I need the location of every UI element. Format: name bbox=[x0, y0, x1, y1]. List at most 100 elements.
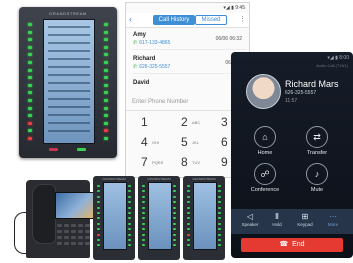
line-key-lamp[interactable] bbox=[173, 222, 176, 225]
mute-button[interactable]: ♪ Mute bbox=[297, 163, 337, 197]
line-key-lamp[interactable] bbox=[97, 233, 100, 236]
desk-phone-key[interactable] bbox=[85, 230, 90, 233]
line-key-lamp[interactable] bbox=[128, 201, 131, 204]
line-key-lamp[interactable] bbox=[97, 239, 100, 241]
line-key-lamp[interactable] bbox=[128, 228, 131, 231]
line-key-lamp[interactable] bbox=[142, 206, 145, 209]
line-key-lamp[interactable] bbox=[142, 195, 145, 198]
line-key-lamp[interactable] bbox=[97, 195, 100, 198]
line-key-lamp[interactable] bbox=[104, 121, 108, 125]
keypad-key-7[interactable]: 7 PQRS bbox=[141, 155, 177, 173]
line-key-lamp[interactable] bbox=[97, 201, 100, 204]
line-key-lamp[interactable] bbox=[97, 190, 100, 193]
line-key-lamp[interactable] bbox=[187, 195, 190, 198]
line-key-lamp[interactable] bbox=[218, 206, 221, 209]
desk-phone-key[interactable] bbox=[57, 230, 62, 233]
list-item[interactable]: Richard ✆626-325-5557 06/02 5 bbox=[133, 55, 246, 74]
line-key-lamp[interactable] bbox=[104, 137, 108, 140]
module-page-button-right[interactable] bbox=[77, 148, 86, 151]
line-key-lamp[interactable] bbox=[128, 217, 131, 220]
line-key-lamp[interactable] bbox=[28, 99, 32, 102]
overflow-menu-icon[interactable]: ⋮ bbox=[239, 15, 246, 23]
desk-phone-key[interactable] bbox=[85, 236, 90, 239]
line-key-lamp[interactable] bbox=[173, 239, 176, 241]
line-key-lamp[interactable] bbox=[187, 217, 190, 220]
line-key-lamp[interactable] bbox=[128, 244, 131, 247]
keypad-button[interactable]: ⊞ Keypad bbox=[293, 212, 317, 227]
desk-phone-key[interactable] bbox=[71, 242, 76, 245]
line-key-lamp[interactable] bbox=[187, 222, 190, 225]
desk-phone-key[interactable] bbox=[57, 236, 62, 239]
line-key-lamp[interactable] bbox=[104, 99, 108, 102]
line-key-lamp[interactable] bbox=[173, 244, 176, 247]
line-key-lamp[interactable] bbox=[128, 206, 131, 209]
desk-phone-key[interactable] bbox=[78, 230, 83, 233]
line-key-lamp[interactable] bbox=[128, 222, 131, 225]
line-key-lamp[interactable] bbox=[142, 201, 145, 204]
line-key-lamp[interactable] bbox=[28, 23, 32, 26]
line-key-lamp[interactable] bbox=[28, 68, 32, 72]
line-key-lamp[interactable] bbox=[142, 222, 145, 225]
desk-phone-key[interactable] bbox=[57, 242, 62, 245]
line-key-lamp[interactable] bbox=[28, 38, 32, 42]
line-key-lamp[interactable] bbox=[104, 45, 108, 49]
desk-phone-key[interactable] bbox=[64, 224, 69, 227]
line-key-lamp[interactable] bbox=[142, 212, 145, 214]
desk-phone-key[interactable] bbox=[64, 230, 69, 233]
handset[interactable] bbox=[32, 184, 56, 244]
more-button[interactable]: ⋯ More bbox=[321, 212, 345, 227]
line-key-lamp[interactable] bbox=[28, 121, 32, 125]
line-key-lamp[interactable] bbox=[28, 30, 32, 34]
line-key-lamp[interactable] bbox=[104, 53, 108, 57]
keypad-key-5[interactable]: 5 JKL bbox=[181, 135, 217, 153]
line-key-lamp[interactable] bbox=[28, 45, 32, 49]
line-key-lamp[interactable] bbox=[97, 217, 100, 220]
line-key-lamp[interactable] bbox=[97, 222, 100, 225]
line-key-lamp[interactable] bbox=[104, 76, 108, 80]
line-key-lamp[interactable] bbox=[104, 23, 108, 26]
line-key-lamp[interactable] bbox=[218, 217, 221, 220]
end-call-button[interactable]: ☎ End bbox=[241, 238, 343, 252]
line-key-lamp[interactable] bbox=[187, 185, 190, 187]
line-key-lamp[interactable] bbox=[142, 217, 145, 220]
conference-button[interactable]: ☍ Conference bbox=[245, 163, 285, 197]
desk-phone-key[interactable] bbox=[71, 230, 76, 233]
line-key-lamp[interactable] bbox=[218, 195, 221, 198]
list-item[interactable]: David bbox=[133, 79, 246, 97]
transfer-button[interactable]: ⇄ Transfer bbox=[297, 126, 337, 160]
line-key-lamp[interactable] bbox=[28, 53, 32, 57]
hold-button[interactable]: Ⅱ Hold bbox=[265, 212, 289, 227]
keypad-key-8[interactable]: 8 TUV bbox=[181, 155, 217, 173]
line-key-lamp[interactable] bbox=[28, 83, 32, 87]
line-key-lamp[interactable] bbox=[28, 137, 32, 140]
line-key-lamp[interactable] bbox=[218, 222, 221, 225]
module-page-button-left[interactable] bbox=[49, 148, 58, 151]
line-key-lamp[interactable] bbox=[28, 61, 32, 64]
desk-phone-key[interactable] bbox=[71, 224, 76, 227]
line-key-lamp[interactable] bbox=[28, 91, 32, 95]
line-key-lamp[interactable] bbox=[104, 91, 108, 95]
line-key-lamp[interactable] bbox=[128, 190, 131, 193]
line-key-lamp[interactable] bbox=[128, 239, 131, 241]
line-key-lamp[interactable] bbox=[187, 190, 190, 193]
line-key-lamp[interactable] bbox=[142, 228, 145, 231]
line-key-lamp[interactable] bbox=[218, 212, 221, 214]
desk-phone-key[interactable] bbox=[64, 236, 69, 239]
back-arrow-icon[interactable]: ‹ bbox=[129, 15, 137, 24]
line-key-lamp[interactable] bbox=[128, 212, 131, 214]
line-key-lamp[interactable] bbox=[173, 195, 176, 198]
speaker-button[interactable]: ◁ Speaker bbox=[238, 212, 262, 227]
line-key-lamp[interactable] bbox=[28, 106, 32, 110]
line-key-lamp[interactable] bbox=[97, 244, 100, 247]
line-key-lamp[interactable] bbox=[173, 217, 176, 220]
keypad-key-1[interactable]: 1 bbox=[141, 115, 177, 133]
line-key-lamp[interactable] bbox=[104, 129, 108, 133]
line-key-lamp[interactable] bbox=[218, 233, 221, 236]
line-key-lamp[interactable] bbox=[218, 228, 221, 231]
line-key-lamp[interactable] bbox=[142, 239, 145, 241]
line-key-lamp[interactable] bbox=[128, 233, 131, 236]
keypad-key-2[interactable]: 2 ABC bbox=[181, 115, 217, 133]
line-key-lamp[interactable] bbox=[142, 185, 145, 187]
desk-phone-key[interactable] bbox=[78, 242, 83, 245]
line-key-lamp[interactable] bbox=[104, 30, 108, 34]
